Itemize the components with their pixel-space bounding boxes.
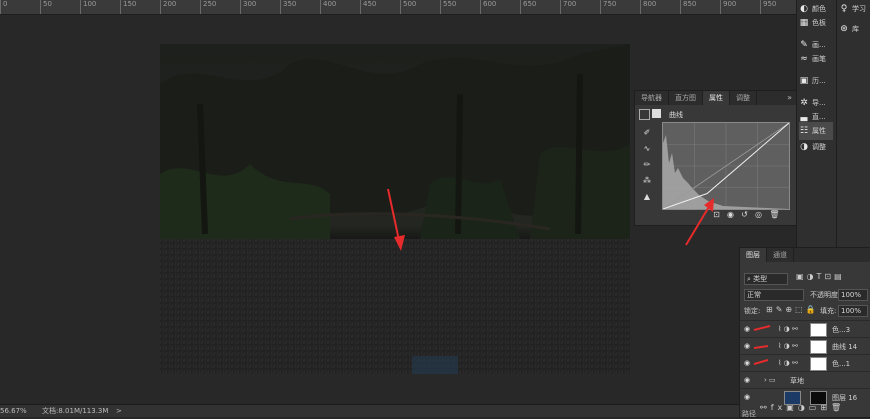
layer-group-row[interactable]: ◉ › ▭ 草地: [740, 371, 870, 389]
tab-channels[interactable]: 通道: [767, 248, 794, 262]
eyedropper-icon[interactable]: ✐: [641, 127, 653, 139]
properties-icon: ☷: [799, 126, 809, 136]
layer-footer-icons[interactable]: ⚯fx▣◑▭⊞🗑: [760, 403, 845, 412]
curves-adjust-icon: [639, 109, 650, 120]
layer-filter-select[interactable]: ⌕ 类型: [744, 273, 788, 285]
ruler-tick: 700: [560, 0, 576, 14]
ruler-tick: 500: [400, 0, 416, 14]
paths-tab[interactable]: 路径: [742, 409, 756, 419]
ruler-tick: 750: [600, 0, 616, 14]
ruler-tick: 550: [440, 0, 456, 14]
tab-histogram[interactable]: 直方图: [669, 91, 703, 105]
pencil-icon[interactable]: ✏: [641, 159, 653, 171]
curve-edit-icon[interactable]: ∿: [641, 143, 653, 155]
fill-input[interactable]: 100%: [838, 305, 868, 317]
lock-label: 锁定:: [744, 307, 761, 315]
layer-name[interactable]: 草地: [790, 376, 804, 386]
layers-tabs: 图层 通道: [740, 248, 870, 262]
adjustments-panel-button[interactable]: ◑ 调整: [799, 138, 826, 156]
history-icon: ▣: [799, 76, 809, 86]
ruler-tick: 350: [280, 0, 296, 14]
opacity-input[interactable]: 100%: [838, 289, 868, 301]
eye-icon[interactable]: ◉: [744, 393, 750, 401]
ruler-tick: 900: [720, 0, 736, 14]
layer-name[interactable]: 色...1: [832, 359, 850, 369]
tab-layers[interactable]: 图层: [740, 248, 767, 262]
view-previous-icon[interactable]: ◉: [725, 209, 736, 220]
adjustment-type-icons: [639, 109, 661, 120]
properties-tabs: 导航器 直方图 属性 调整: [635, 91, 796, 105]
tab-adjustments[interactable]: 调整: [730, 91, 757, 105]
brush-settings-panel-button[interactable]: ≈ 画笔: [799, 50, 826, 68]
smooth-icon[interactable]: ⁂: [641, 175, 653, 187]
adjustments-icon: ◑: [800, 142, 808, 152]
ruler-tick: 250: [200, 0, 216, 14]
document-info: 文档:8.01M/113.3M: [42, 407, 109, 415]
history-panel-button[interactable]: ▣ 历...: [799, 72, 826, 90]
ruler-tick: 800: [640, 0, 656, 14]
layer-mask-thumbnail[interactable]: [810, 340, 827, 354]
horizontal-ruler: 0 50 100 150 200 250 300 350 400 450 500 550 600 650 7…: [0, 0, 821, 15]
ruler-tick: 850: [680, 0, 696, 14]
histogram-icon: ▃: [800, 112, 808, 122]
fill-label: 填充:: [820, 307, 837, 315]
navigator-icon: ✲: [800, 98, 808, 108]
ruler-tick: 100: [80, 0, 96, 14]
panel-menu-button[interactable]: »: [787, 91, 792, 105]
library-panel-button[interactable]: ⊛ 库: [839, 20, 859, 38]
eye-icon[interactable]: ◉: [744, 359, 750, 367]
brush-settings-icon: ≈: [800, 54, 808, 64]
swatches-icon: ▦: [799, 18, 809, 28]
opacity-label: 不透明度:: [810, 291, 841, 299]
blend-mode-select[interactable]: 正常: [744, 289, 804, 301]
learn-icon: ♀: [840, 4, 848, 14]
eye-icon[interactable]: ◉: [744, 342, 750, 350]
ruler-tick: 150: [120, 0, 136, 14]
color-icon: ◐: [800, 4, 808, 14]
visibility-icon[interactable]: ◎: [753, 209, 764, 220]
mask-icon: [652, 109, 661, 118]
reset-icon[interactable]: ↺: [739, 209, 750, 220]
ruler-tick: 450: [360, 0, 376, 14]
ruler-tick: 650: [520, 0, 536, 14]
layer-name[interactable]: 图层 16: [832, 393, 857, 403]
status-arrow[interactable]: >: [116, 405, 122, 417]
ruler-tick: 400: [320, 0, 336, 14]
ruler-tick: 200: [160, 0, 176, 14]
tab-navigator[interactable]: 导航器: [635, 91, 669, 105]
delete-icon[interactable]: 🗑: [769, 209, 780, 220]
annotation-arrow-canvas: [387, 188, 405, 251]
layer-mask-thumbnail[interactable]: [810, 323, 827, 337]
tab-properties[interactable]: 属性: [703, 91, 730, 105]
zoom-level[interactable]: 56.67%: [0, 405, 27, 417]
clipping-warning-icon[interactable]: ▲: [641, 191, 653, 203]
adjustment-label: 曲线: [669, 111, 683, 119]
eye-icon[interactable]: ◉: [744, 376, 750, 384]
lock-icons[interactable]: ⊞✎⊕⬚🔒: [766, 305, 819, 314]
ruler-tick: 600: [480, 0, 496, 14]
swatches-panel-button[interactable]: ▦ 色板: [799, 14, 826, 32]
layer-name[interactable]: 曲线 14: [832, 342, 857, 352]
layer-name[interactable]: 色...3: [832, 325, 850, 335]
eye-icon[interactable]: ◉: [744, 325, 750, 333]
ruler-tick: 950: [760, 0, 776, 14]
library-icon: ⊛: [840, 24, 848, 34]
learn-panel-button[interactable]: ♀ 学习: [839, 0, 866, 18]
status-bar: 56.67% 文档:8.01M/113.3M >: [0, 404, 796, 417]
ruler-tick: 50: [40, 0, 52, 14]
brush-icon: ✎: [800, 40, 808, 50]
folder-icon: › ▭: [764, 376, 776, 384]
ruler-tick: 300: [240, 0, 256, 14]
layer-mask-thumbnail[interactable]: [810, 357, 827, 371]
ruler-tick: 0: [0, 0, 7, 14]
filter-icons[interactable]: ▣◑T⊡▤: [796, 272, 845, 281]
annotation-arrows-layers: [753, 325, 771, 365]
annotation-arrow-properties: [685, 198, 714, 246]
